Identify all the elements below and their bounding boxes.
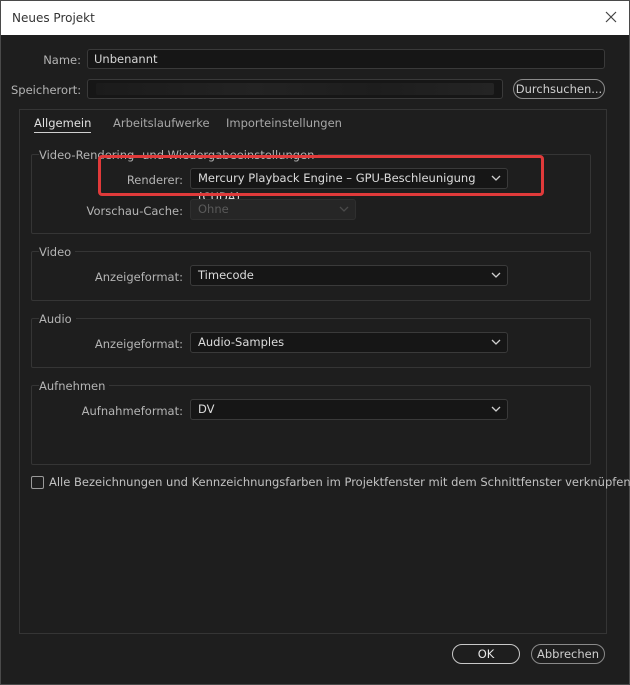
name-label: Name: — [43, 53, 81, 67]
tab-ingest-settings[interactable]: Importeinstellungen — [226, 116, 342, 130]
browse-button[interactable]: Durchsuchen... — [513, 79, 605, 99]
location-path-blurred — [96, 83, 494, 95]
preview-cache-value: Ohne — [198, 202, 229, 216]
chevron-down-icon — [339, 206, 349, 212]
capture-format-value: DV — [198, 402, 215, 416]
audio-group-title: Audio — [39, 312, 76, 326]
location-label: Speicherort: — [11, 83, 82, 97]
chevron-down-icon — [491, 406, 501, 412]
tab-scratch-disks[interactable]: Arbeitslaufwerke — [113, 116, 210, 130]
capture-format-select[interactable]: DV — [190, 399, 508, 420]
chevron-down-icon — [491, 339, 501, 345]
audio-display-format-select[interactable]: Audio-Samples — [190, 332, 508, 353]
cancel-button[interactable]: Abbrechen — [531, 644, 605, 664]
tab-general[interactable]: Allgemein — [34, 116, 92, 133]
capture-format-label: Aufnahmeformat: — [81, 404, 183, 418]
audio-display-format-value: Audio-Samples — [198, 335, 285, 349]
renderer-highlight-box — [98, 155, 544, 196]
preview-cache-select: Ohne — [190, 199, 356, 220]
video-display-format-select[interactable]: Timecode — [190, 265, 508, 286]
video-display-format-value: Timecode — [198, 268, 254, 282]
link-labels-checkbox-label[interactable]: Alle Bezeichnungen und Kennzeichnungsfar… — [49, 475, 630, 489]
link-labels-checkbox[interactable] — [31, 476, 44, 489]
video-group-title: Video — [39, 245, 76, 259]
chevron-down-icon — [491, 272, 501, 278]
video-display-format-label: Anzeigeformat: — [94, 270, 183, 284]
title-bar: Neues Projekt — [1, 1, 629, 35]
dialog-title: Neues Projekt — [12, 11, 95, 25]
location-input[interactable] — [87, 79, 503, 99]
name-input[interactable]: Unbenannt — [87, 49, 605, 69]
capture-group-title: Aufnehmen — [39, 379, 110, 393]
audio-display-format-label: Anzeigeformat: — [94, 337, 183, 351]
new-project-dialog: Neues Projekt Name: Unbenannt Speicheror… — [0, 0, 630, 685]
close-icon[interactable] — [601, 7, 621, 27]
preview-cache-label: Vorschau-Cache: — [86, 204, 183, 218]
ok-button[interactable]: OK — [452, 644, 520, 664]
capture-group — [31, 385, 591, 465]
